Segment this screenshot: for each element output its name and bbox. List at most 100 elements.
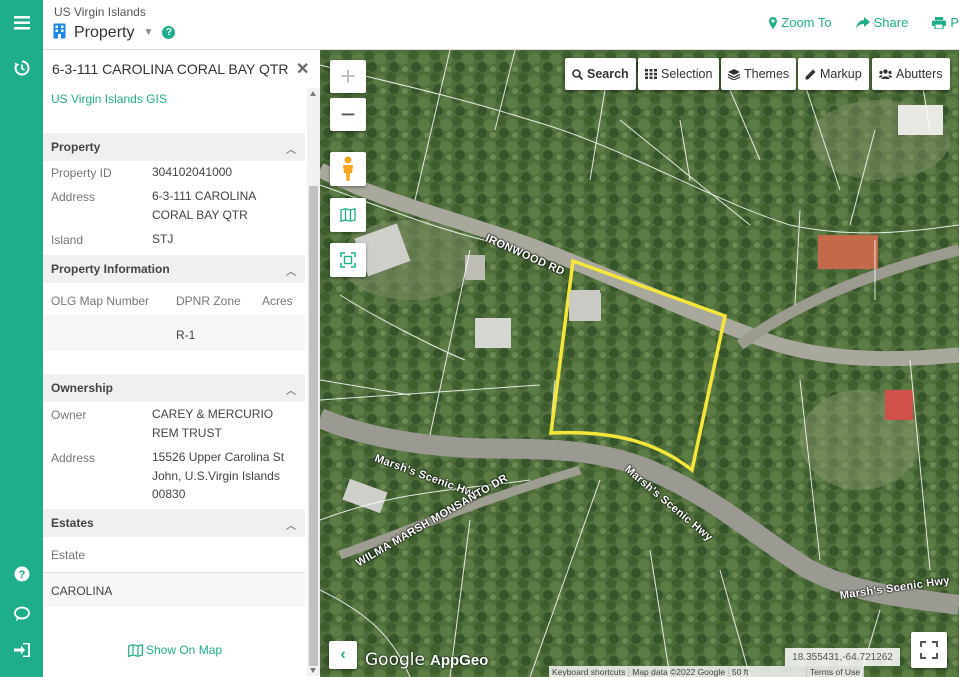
estates-section-header[interactable]: Estates ︿: [43, 509, 305, 537]
print-label: P: [950, 15, 959, 30]
abutters-label: Abutters: [896, 67, 943, 81]
source-link[interactable]: US Virgin Islands GIS: [51, 92, 167, 106]
pencil-icon: [805, 69, 816, 79]
property-panel: 6-3-111 CAROLINA CORAL BAY QTR ✕ US Virg…: [43, 50, 320, 677]
map-view[interactable]: IRONWOOD RD Marsh's Scenic Hwy Marsh's S…: [320, 50, 959, 677]
selection-label: Selection: [661, 67, 713, 81]
map-data-credit: Map data ©2022 Google: [629, 666, 729, 677]
grid-icon: [645, 69, 657, 79]
app-subtitle: US Virgin Islands: [54, 5, 146, 19]
owner-address-value: 15526 Upper Carolina St John, U.S.Virgin…: [152, 450, 285, 501]
address-value: 6-3-111 CAROLINA CORAL BAY QTR: [152, 189, 256, 222]
estate-column-header: Estate: [51, 548, 86, 562]
zoom-out-button[interactable]: −: [330, 98, 366, 131]
section-title: Property: [51, 140, 101, 154]
map-marker-icon: [769, 16, 778, 29]
estate-value: CAROLINA: [51, 584, 113, 598]
share-button[interactable]: Share: [855, 15, 909, 30]
column-header: Acres: [262, 294, 293, 308]
coordinate-readout: 18.355431,-64.721262: [785, 648, 900, 666]
themes-label: Themes: [744, 67, 790, 81]
abutters-button[interactable]: Abutters: [872, 58, 950, 90]
map-attribution: Keyboard shortcuts Map data ©2022 Google…: [549, 666, 865, 677]
zoom-in-button[interactable]: +: [330, 60, 366, 93]
svg-text:?: ?: [18, 569, 25, 581]
show-on-map-label: Show On Map: [146, 643, 223, 657]
help-icon[interactable]: ?: [0, 557, 43, 591]
search-label: Search: [587, 67, 629, 81]
property-section-header[interactable]: Property ︿: [43, 133, 305, 161]
markup-label: Markup: [820, 67, 862, 81]
scroll-down-icon[interactable]: [310, 668, 316, 673]
building-icon: [53, 23, 66, 42]
zoom-extent-button[interactable]: [330, 243, 366, 277]
app-title: Property: [74, 23, 135, 41]
island-value: STJ: [152, 232, 174, 246]
owner-label: Owner: [51, 408, 87, 422]
section-title: Property Information: [51, 262, 170, 276]
keyboard-shortcuts-link[interactable]: Keyboard shortcuts: [549, 666, 630, 677]
ownership-section-header[interactable]: Ownership ︿: [43, 374, 305, 402]
feedback-icon[interactable]: [0, 597, 43, 631]
appgeo-logo: AppGeo: [430, 652, 489, 669]
google-logo: Google: [365, 650, 425, 670]
property-id-value: 304102041000: [152, 165, 233, 179]
extent-icon: [340, 252, 356, 268]
search-icon: [572, 68, 583, 80]
show-on-map-link[interactable]: Show On Map: [128, 643, 222, 657]
zoom-to-label: Zoom To: [781, 15, 832, 30]
property-info-section-header[interactable]: Property Information ︿: [43, 255, 305, 283]
layers-icon: [728, 68, 740, 80]
sign-in-icon[interactable]: [0, 633, 43, 667]
menu-icon[interactable]: [0, 6, 43, 40]
app-selector[interactable]: Property ▼ ?: [53, 23, 176, 42]
left-rail: ?: [0, 0, 43, 677]
scroll-up-icon[interactable]: [310, 91, 316, 96]
collapse-panel-button[interactable]: ‹: [329, 641, 357, 669]
panel-title: 6-3-111 CAROLINA CORAL BAY QTR: [52, 61, 289, 77]
scale-label: 50 ft: [729, 666, 807, 677]
print-button[interactable]: P: [932, 15, 959, 30]
street-view-button[interactable]: [330, 152, 366, 186]
app-root: ? US Virgin Islands Property ▼ ? Zoom To: [0, 0, 959, 677]
chevron-up-icon[interactable]: ︿: [286, 141, 296, 156]
column-header: DPNR Zone: [176, 294, 241, 308]
map-icon: [128, 643, 143, 657]
chevron-left-icon: ‹: [340, 646, 346, 663]
share-icon: [855, 16, 870, 29]
zone-value: R-1: [176, 328, 196, 342]
scroll-thumb[interactable]: [309, 186, 318, 666]
island-label: Island: [51, 233, 84, 247]
column-header: OLG Map Number: [51, 294, 150, 308]
section-title: Estates: [51, 516, 94, 530]
history-icon[interactable]: [0, 51, 43, 85]
terms-link[interactable]: Terms of Use: [807, 666, 865, 677]
owner-value: CAREY & MERCURIO REM TRUST: [152, 407, 274, 440]
basemap-button[interactable]: [330, 198, 366, 232]
share-label: Share: [873, 15, 909, 30]
print-icon: [932, 16, 947, 29]
chevron-up-icon[interactable]: ︿: [286, 263, 296, 278]
fullscreen-button[interactable]: [911, 632, 947, 668]
zoom-to-button[interactable]: Zoom To: [769, 15, 832, 30]
close-icon[interactable]: ✕: [296, 59, 309, 79]
themes-button[interactable]: Themes: [721, 58, 797, 90]
header-actions: Zoom To Share P: [745, 15, 959, 30]
panel-scrollbar[interactable]: [307, 88, 320, 676]
question-circle-icon[interactable]: ?: [162, 26, 176, 39]
pegman-icon: [343, 156, 353, 181]
aerial-imagery: [320, 50, 959, 677]
address-label: Address: [51, 190, 96, 204]
app-header: US Virgin Islands Property ▼ ? Zoom To S…: [43, 0, 959, 50]
markup-button[interactable]: Markup: [798, 58, 869, 90]
owner-address-label: Address: [51, 451, 96, 465]
caret-down-icon[interactable]: ▼: [143, 27, 153, 38]
search-button[interactable]: Search: [565, 58, 636, 90]
chevron-up-icon[interactable]: ︿: [286, 382, 296, 397]
section-title: Ownership: [51, 381, 114, 395]
users-icon: [879, 69, 892, 79]
property-id-label: Property ID: [51, 166, 112, 180]
chevron-up-icon[interactable]: ︿: [286, 517, 296, 532]
selection-button[interactable]: Selection: [638, 58, 720, 90]
fullscreen-icon: [920, 641, 938, 659]
